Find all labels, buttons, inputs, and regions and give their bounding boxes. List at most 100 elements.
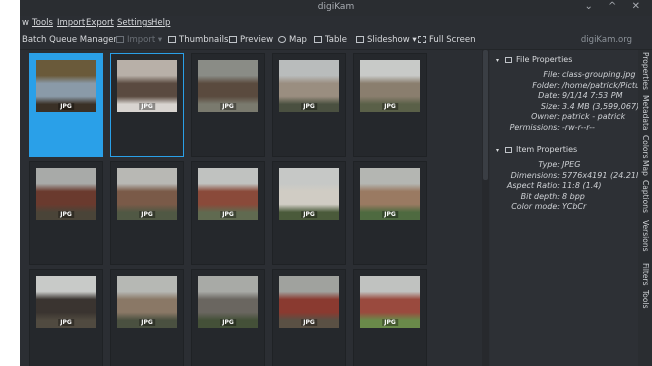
sidebar-tab-versions[interactable]: Versions xyxy=(640,220,650,252)
item-properties-title: Item Properties xyxy=(516,145,578,154)
digikam-org-link[interactable]: digiKam.org xyxy=(581,35,632,45)
collapse-icon: ▾ xyxy=(496,147,500,154)
map-label: Map xyxy=(289,35,307,45)
property-key: Folder: xyxy=(532,80,560,90)
file-type-badge: JPG xyxy=(139,319,155,326)
thumbnail-item[interactable]: JPG xyxy=(110,161,184,265)
sidebar-tab-colors[interactable]: Colors xyxy=(640,135,650,159)
thumbnail-item[interactable]: JPG xyxy=(191,269,265,366)
property-value: 9/1/14 7:53 PM xyxy=(562,91,623,100)
full-screen-button[interactable]: Full Screen xyxy=(418,35,475,45)
slideshow-dropdown-icon[interactable]: ▾ xyxy=(412,35,416,45)
photo-thumbnail: JPG xyxy=(36,276,96,328)
menu-bar: w Tools Import Export Settings Help xyxy=(20,16,420,30)
menu-view[interactable]: w xyxy=(22,18,29,28)
file-type-badge: JPG xyxy=(139,103,155,110)
photo-thumbnail: JPG xyxy=(360,168,420,220)
thumbnail-item[interactable]: JPG xyxy=(29,161,103,265)
photo-thumbnail: JPG xyxy=(360,276,420,328)
menu-import[interactable]: Import xyxy=(57,18,85,28)
property-value: -rw-r--r-- xyxy=(562,122,595,132)
sidebar-tab-filters[interactable]: Filters xyxy=(640,263,650,285)
sidebar-tab-map[interactable]: Map xyxy=(640,160,650,176)
thumbnail-item[interactable]: JPG xyxy=(110,269,184,366)
thumbnail-item[interactable]: JPG xyxy=(272,161,346,265)
file-icon xyxy=(505,57,513,63)
thumbnail-item[interactable]: JPG xyxy=(191,161,265,265)
photo-thumbnail: JPG xyxy=(198,276,258,328)
file-properties-title: File Properties xyxy=(516,55,573,64)
photo-thumbnail: JPG xyxy=(279,60,339,112)
photo-thumbnail: JPG xyxy=(360,60,420,112)
thumbnail-item[interactable]: JPG xyxy=(29,53,103,157)
file-type-badge: JPG xyxy=(382,211,398,218)
photo-thumbnail: JPG xyxy=(198,168,258,220)
thumbnail-item[interactable]: JPG xyxy=(353,161,427,265)
photo-thumbnail: JPG xyxy=(117,276,177,328)
thumbnail-grid: JPG JPG JPG JPG JPG JPG JPG JPG JPG JPG JPG JPG JPG J… xyxy=(20,50,482,366)
property-value: YCbCr xyxy=(562,202,587,211)
property-key: Date: xyxy=(538,91,560,100)
thumbnail-item[interactable]: JPG xyxy=(29,269,103,366)
import-button[interactable]: Import ▾ xyxy=(116,35,162,45)
sidebar-tab-properties[interactable]: Properties xyxy=(640,52,650,90)
property-key: Dimensions: xyxy=(510,170,560,180)
import-icon xyxy=(116,36,124,43)
import-dropdown-icon[interactable]: ▾ xyxy=(158,35,162,45)
photo-thumbnail: JPG xyxy=(198,60,258,112)
preview-button[interactable]: Preview xyxy=(229,35,273,45)
main-toolbar: Batch Queue Manager Import ▾ Thumbnails … xyxy=(20,31,652,50)
file-type-badge: JPG xyxy=(220,211,236,218)
slideshow-button[interactable]: Slideshow ▾ xyxy=(356,35,417,45)
property-key: Owner: xyxy=(531,112,560,121)
file-type-badge: JPG xyxy=(58,211,74,218)
table-icon xyxy=(314,36,322,43)
menu-help[interactable]: Help xyxy=(151,18,170,28)
globe-icon xyxy=(278,36,286,43)
map-button[interactable]: Map xyxy=(278,35,307,45)
file-type-badge: JPG xyxy=(220,319,236,326)
thumbnail-item[interactable]: JPG xyxy=(272,269,346,366)
slideshow-label: Slideshow xyxy=(367,35,410,45)
property-value: 11:8 (1.4) xyxy=(562,181,602,190)
slideshow-icon xyxy=(356,36,364,43)
sidebar-tab-captions[interactable]: Captions xyxy=(640,180,650,213)
file-type-badge: JPG xyxy=(58,103,74,110)
table-button[interactable]: Table xyxy=(314,35,347,45)
file-type-badge: JPG xyxy=(301,319,317,326)
photo-thumbnail: JPG xyxy=(279,276,339,328)
thumbnail-item[interactable]: JPG xyxy=(110,53,184,157)
grid-scrollbar-thumb[interactable] xyxy=(483,50,488,180)
preview-label: Preview xyxy=(240,35,274,45)
photo-thumbnail: JPG xyxy=(117,60,177,112)
file-type-badge: JPG xyxy=(139,211,155,218)
thumbnail-item[interactable]: JPG xyxy=(353,53,427,157)
file-type-badge: JPG xyxy=(58,319,74,326)
menu-settings[interactable]: Settings xyxy=(117,18,152,28)
file-properties-header[interactable]: ▾ File Properties xyxy=(496,55,572,64)
batch-queue-manager-button[interactable]: Batch Queue Manager xyxy=(22,35,117,45)
window-controls[interactable]: ⌄ ^ ✕ xyxy=(585,1,647,12)
menu-tools[interactable]: Tools xyxy=(32,18,53,28)
item-icon xyxy=(505,147,513,153)
file-type-badge: JPG xyxy=(301,211,317,218)
property-key: Color mode: xyxy=(511,202,560,211)
sidebar-tab-metadata[interactable]: Metadata xyxy=(640,95,650,131)
item-properties-header[interactable]: ▾ Item Properties xyxy=(496,145,577,154)
photo-thumbnail: JPG xyxy=(117,168,177,220)
thumbnails-button[interactable]: Thumbnails xyxy=(168,35,228,45)
grid-scrollbar[interactable] xyxy=(482,50,489,366)
fullscreen-icon xyxy=(418,36,426,43)
import-label: Import xyxy=(127,35,156,45)
thumbnail-item[interactable]: JPG xyxy=(191,53,265,157)
thumbnails-label: Thumbnails xyxy=(179,35,229,45)
thumbnail-item[interactable]: JPG xyxy=(353,269,427,366)
batch-queue-manager-label: Batch Queue Manager xyxy=(22,35,118,45)
property-key: Bit depth: xyxy=(520,191,560,201)
window-title: digiKam xyxy=(317,2,355,12)
property-key: Size: xyxy=(540,101,560,111)
thumbnail-item[interactable]: JPG xyxy=(272,53,346,157)
menu-export[interactable]: Export xyxy=(86,18,114,28)
sidebar-tab-tools[interactable]: Tools xyxy=(640,290,650,308)
property-value: class-grouping.jpg xyxy=(562,70,636,79)
